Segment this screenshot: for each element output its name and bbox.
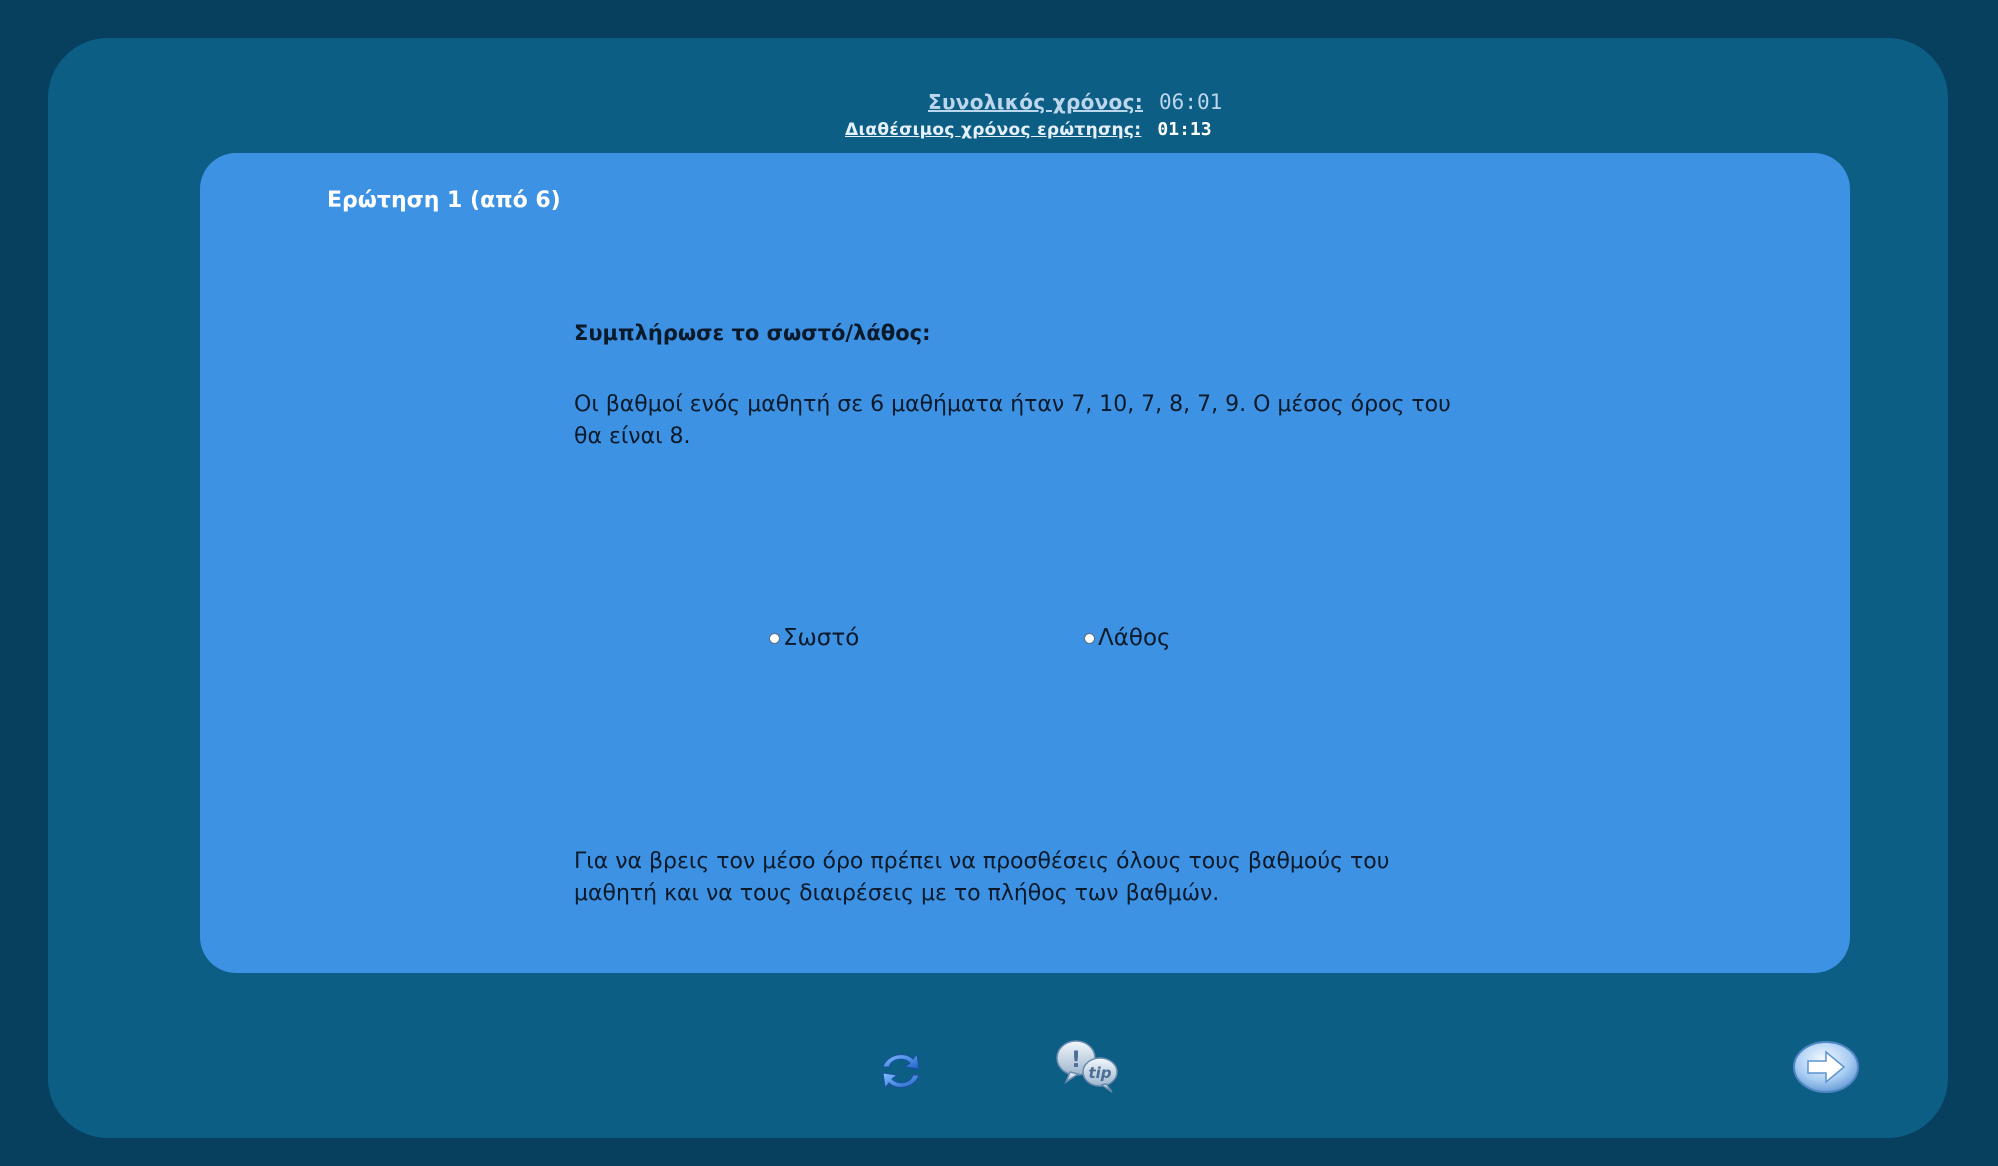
total-time-row: Συνολικός χρόνος: 06:01: [928, 90, 1222, 114]
option-true-label: Σωστό: [783, 625, 860, 651]
refresh-button[interactable]: [875, 1045, 927, 1097]
question-number: Ερώτηση 1 (από 6): [327, 188, 561, 213]
question-card: Ερώτηση 1 (από 6) Συμπλήρωσε το σωστό/λά…: [200, 153, 1850, 973]
hint-text: Για να βρεις τον μέσο όρο πρέπει να προσ…: [574, 849, 1390, 906]
option-true[interactable]: Σωστό: [769, 625, 859, 651]
option-false-label: Λάθος: [1098, 625, 1171, 651]
refresh-icon: [882, 1052, 920, 1090]
option-false[interactable]: Λάθος: [1084, 625, 1171, 651]
question-time-label: Διαθέσιμος χρόνος ερώτησης:: [845, 120, 1142, 140]
svg-text:tip: tip: [1088, 1064, 1111, 1082]
tip-button[interactable]: ! tip: [1054, 1038, 1124, 1096]
total-time-label: Συνολικός χρόνος:: [928, 90, 1144, 114]
total-time-value: 06:01: [1159, 90, 1223, 114]
radio-false[interactable]: [1084, 632, 1095, 644]
next-button[interactable]: [1792, 1039, 1860, 1095]
radio-true[interactable]: [769, 632, 780, 644]
arrow-right-icon: [1793, 1041, 1859, 1093]
question-text: Οι βαθμοί ενός μαθητή σε 6 μαθήματα ήταν…: [574, 392, 1451, 449]
question-instruction: Συμπλήρωσε το σωστό/λάθος:: [574, 321, 931, 345]
tip-icon: ! tip: [1056, 1040, 1118, 1093]
svg-text:!: !: [1071, 1048, 1081, 1073]
quiz-frame: Συνολικός χρόνος: 06:01 Διαθέσιμος χρόνο…: [48, 38, 1948, 1138]
question-time-value: 01:13: [1157, 119, 1212, 140]
question-time-row: Διαθέσιμος χρόνος ερώτησης: 01:13: [845, 114, 1725, 146]
